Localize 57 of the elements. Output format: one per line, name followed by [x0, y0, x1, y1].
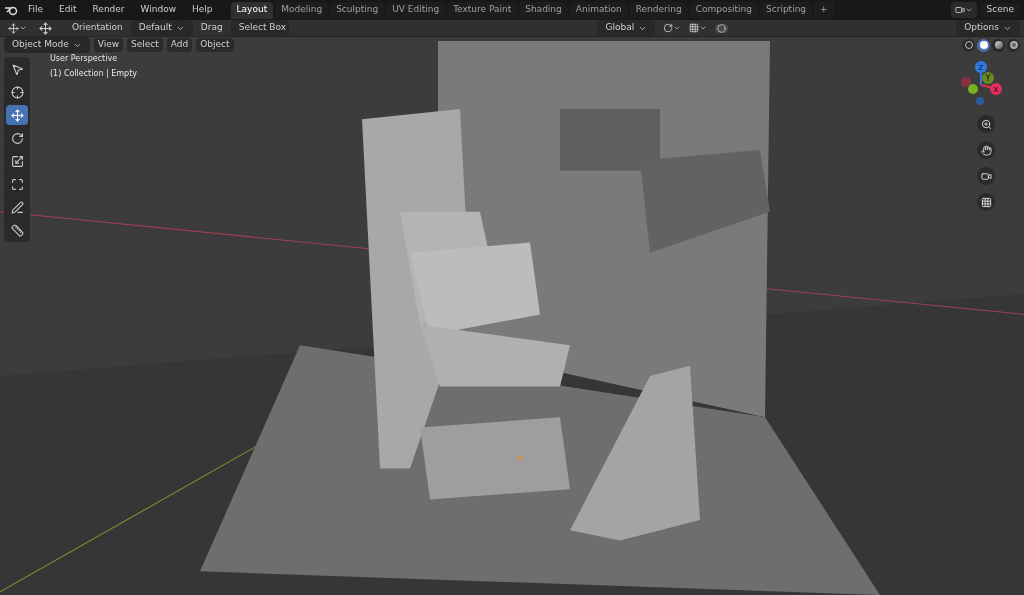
- move-tool-icon: [39, 21, 52, 35]
- rotate-icon: [10, 131, 24, 145]
- viewport-menu-item[interactable]: Object: [196, 38, 234, 52]
- collection-info: (1) Collection | Empty: [50, 68, 138, 80]
- scene-selector[interactable]: [950, 2, 977, 18]
- options-dropdown[interactable]: Options: [956, 20, 1020, 36]
- hand-icon: [980, 144, 992, 156]
- caret-icon: [19, 24, 27, 32]
- orientation-dropdown[interactable]: Default: [130, 20, 193, 36]
- ruler-icon: [10, 223, 24, 237]
- workspace-tab[interactable]: Rendering: [629, 1, 688, 19]
- cursor-icon: [10, 85, 24, 99]
- transform-orientation-dropdown[interactable]: Global: [597, 20, 656, 36]
- drag-dropdown[interactable]: Select Box: [230, 20, 289, 36]
- snap-icon: [689, 23, 700, 33]
- zoom-icon: [980, 118, 992, 130]
- view-name: User Perspective: [50, 53, 119, 65]
- drag-label: Drag: [200, 21, 223, 35]
- menu-item[interactable]: Render: [86, 3, 131, 17]
- menu-item[interactable]: Window: [134, 3, 183, 17]
- workspace-tab[interactable]: Compositing: [689, 1, 759, 19]
- viewport-menu-item[interactable]: View: [93, 38, 124, 52]
- mode-dropdown[interactable]: Object Mode: [4, 37, 90, 53]
- viewport-menu-item[interactable]: Add: [166, 38, 193, 52]
- workspace-tab[interactable]: Shading: [519, 1, 568, 19]
- workspace-tab[interactable]: UV Editing: [386, 1, 446, 19]
- proportional-icon: [717, 23, 727, 33]
- orientation-label: Orientation: [72, 21, 123, 35]
- select-box-icon: [10, 62, 24, 76]
- menu-item[interactable]: Help: [186, 3, 219, 17]
- logo-icon[interactable]: [4, 4, 18, 16]
- menu-item[interactable]: Edit: [53, 3, 83, 17]
- pivot-button[interactable]: [663, 23, 682, 33]
- add-workspace-button[interactable]: +: [814, 1, 834, 19]
- workspace-tab[interactable]: Texture Paint: [447, 1, 518, 19]
- move-icon: [8, 22, 19, 34]
- workspace-tab[interactable]: Scripting: [760, 1, 813, 19]
- caret-icon: [699, 24, 708, 32]
- snap-button[interactable]: [689, 23, 708, 33]
- workspace-tab[interactable]: Layout: [230, 1, 274, 19]
- pencil-icon: [10, 200, 24, 214]
- scene-field[interactable]: Scene: [980, 3, 1020, 17]
- tool-button[interactable]: [6, 105, 28, 125]
- scale-icon: [10, 154, 24, 168]
- workspace-tab[interactable]: Sculpting: [330, 1, 385, 19]
- menu-item[interactable]: File: [22, 3, 50, 17]
- grid-icon: [980, 196, 992, 208]
- proportional-button[interactable]: [715, 23, 729, 33]
- camera-icon: [980, 170, 992, 182]
- pivot-icon: [663, 23, 674, 33]
- caret-icon: [673, 24, 682, 32]
- caret-icon: [964, 6, 973, 14]
- transform-icon: [10, 177, 24, 191]
- workspace-tab[interactable]: Modeling: [275, 1, 329, 19]
- move-icon: [10, 108, 24, 122]
- viewport-menu-item[interactable]: Select: [127, 38, 163, 52]
- workspace-tab[interactable]: Animation: [569, 1, 628, 19]
